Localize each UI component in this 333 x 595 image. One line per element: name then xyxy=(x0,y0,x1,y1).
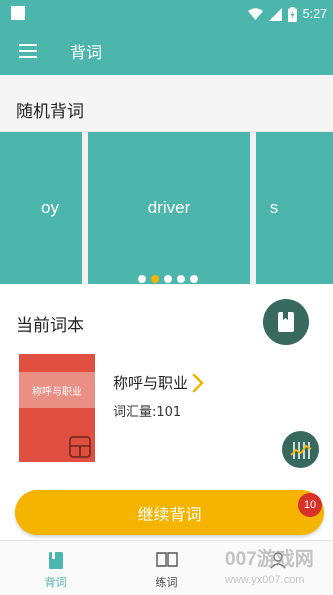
menu-icon[interactable] xyxy=(19,43,39,59)
wordbook-button[interactable] xyxy=(263,299,309,345)
bookmark-book-icon xyxy=(278,312,294,332)
notification-icon xyxy=(11,6,25,20)
status-time: 5:27 xyxy=(302,7,327,21)
word-card-text: s xyxy=(269,198,279,217)
tab-memorize-label: 背词 xyxy=(44,576,67,589)
watermark-main: 007游戏网 xyxy=(225,549,314,570)
status-bar: 5:27 xyxy=(0,0,333,28)
book-icon xyxy=(48,552,63,569)
book-name-link[interactable]: 称呼与职业 xyxy=(113,372,204,393)
wifi-icon xyxy=(247,8,263,20)
word-card[interactable]: s xyxy=(256,132,333,284)
carousel-dot[interactable] xyxy=(164,275,172,283)
pending-count-badge: 10 xyxy=(298,493,322,517)
current-book-title: 当前词本 xyxy=(16,316,84,336)
word-card[interactable]: oy xyxy=(0,132,82,284)
watermark-sub: www.yx007.com xyxy=(225,574,305,586)
word-count: 词汇量:101 xyxy=(113,405,182,420)
book-name: 称呼与职业 xyxy=(113,374,189,392)
progress-chart-icon xyxy=(289,441,311,459)
open-book-icon xyxy=(155,552,178,567)
status-icons: 5:27 xyxy=(247,5,327,23)
chevron-right-icon xyxy=(192,373,204,392)
app-bar: 背词 xyxy=(0,28,333,75)
word-card[interactable]: driver xyxy=(88,132,250,284)
carousel-indicator xyxy=(138,275,198,283)
continue-study-button[interactable]: 继续背词 xyxy=(15,490,324,535)
cover-emblem-icon xyxy=(69,436,91,458)
book-cover[interactable]: 称呼与职业 xyxy=(19,354,95,462)
signal-icon xyxy=(268,7,282,21)
random-words-title: 随机背词 xyxy=(16,102,84,122)
progress-button[interactable] xyxy=(282,431,319,468)
word-card-text: oy xyxy=(41,198,59,217)
battery-icon xyxy=(287,6,297,22)
book-cover-title: 称呼与职业 xyxy=(19,372,95,408)
carousel-dot[interactable] xyxy=(138,275,146,283)
carousel-dot[interactable] xyxy=(151,275,159,283)
page-title: 背词 xyxy=(70,43,103,62)
tab-memorize[interactable]: 背词 xyxy=(0,541,111,595)
word-carousel[interactable]: oy driver s xyxy=(0,132,333,284)
carousel-dot[interactable] xyxy=(177,275,185,283)
random-words-header: 随机背词 xyxy=(0,75,333,132)
watermark: 007游戏网 www.yx007.com xyxy=(225,540,333,595)
carousel-dot[interactable] xyxy=(190,275,198,283)
word-card-text: driver xyxy=(147,198,191,217)
tab-practice-label: 练词 xyxy=(155,576,178,589)
tab-practice[interactable]: 练词 xyxy=(111,541,222,595)
